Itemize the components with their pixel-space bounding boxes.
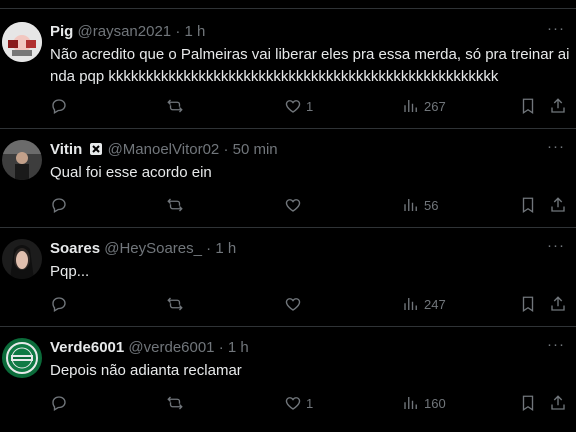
share-icon — [551, 296, 565, 311]
handle[interactable]: @raysan2021 — [78, 23, 172, 40]
tweet-actions: 56 — [0, 194, 576, 216]
handle[interactable]: @verde6001 — [128, 339, 214, 356]
divider — [0, 326, 576, 327]
tweet-text: Não acredito que o Palmeiras vai liberar… — [50, 46, 570, 85]
timestamp[interactable]: 1 h — [228, 339, 249, 356]
views-count: 160 — [424, 395, 446, 411]
repost-icon — [167, 297, 183, 311]
like-button[interactable]: 1 — [284, 95, 313, 117]
reply-button[interactable] — [50, 194, 68, 216]
views-icon — [404, 100, 417, 112]
reply-button[interactable] — [50, 293, 68, 315]
handle[interactable]: @HeySoares_ — [104, 240, 202, 257]
views-button[interactable]: 247 — [402, 293, 446, 315]
display-name[interactable]: Verde6001 — [50, 339, 124, 356]
timestamp[interactable]: 1 h — [184, 23, 205, 40]
bookmark-icon — [522, 197, 534, 214]
heart-icon — [285, 397, 301, 410]
bookmark-icon — [522, 98, 534, 115]
heart-icon — [285, 100, 301, 113]
bookmark-button[interactable] — [519, 392, 537, 414]
reply-icon — [52, 198, 66, 213]
handle[interactable]: @ManoelVitor02 — [108, 141, 220, 158]
separator: · — [223, 141, 229, 158]
views-button[interactable]: 267 — [402, 95, 446, 117]
views-icon — [404, 199, 417, 211]
bookmark-button[interactable] — [519, 293, 537, 315]
timestamp[interactable]: 1 h — [215, 240, 236, 257]
avatar[interactable] — [2, 338, 42, 378]
tweet-actions: 247 — [0, 293, 576, 315]
reply-button[interactable] — [50, 392, 68, 414]
reply-icon — [52, 297, 66, 312]
tweet-header: Vitin @ManoelVitor02 · 50 min — [50, 140, 278, 160]
like-count: 1 — [306, 395, 314, 411]
views-icon — [404, 298, 417, 310]
share-icon — [551, 197, 565, 212]
display-name[interactable]: Vitin — [50, 141, 82, 158]
share-button[interactable] — [549, 95, 567, 117]
more-options-icon[interactable]: ··· — [546, 139, 566, 160]
like-button[interactable] — [284, 293, 306, 315]
tweet-text: Pqp... — [50, 263, 90, 280]
tweet-header: Verde6001 @verde6001 · 1 h — [50, 338, 249, 358]
repost-icon — [167, 99, 183, 113]
reply-icon — [52, 99, 66, 114]
bookmark-button[interactable] — [519, 95, 537, 117]
share-button[interactable] — [549, 293, 567, 315]
bookmark-icon — [522, 395, 534, 412]
like-button[interactable]: 1 — [284, 392, 313, 414]
views-count: 267 — [424, 98, 446, 114]
more-options-icon[interactable]: ··· — [546, 21, 566, 42]
views-count: 247 — [424, 296, 446, 312]
repost-button[interactable] — [166, 95, 184, 117]
more-options-icon[interactable]: ··· — [546, 238, 566, 259]
tweet-header: Pig @raysan2021 · 1 h — [50, 22, 205, 42]
divider — [0, 128, 576, 129]
club-badge-icon — [90, 143, 103, 155]
avatar[interactable] — [2, 22, 42, 62]
like-button[interactable] — [284, 194, 306, 216]
separator: · — [218, 339, 224, 356]
tweet-actions: 1 160 — [0, 392, 576, 414]
more-options-icon[interactable]: ··· — [546, 337, 566, 358]
reply-button[interactable] — [50, 95, 68, 117]
display-name[interactable]: Pig — [50, 23, 73, 40]
repost-button[interactable] — [166, 293, 184, 315]
repost-icon — [167, 396, 183, 410]
heart-icon — [285, 298, 301, 311]
avatar[interactable] — [2, 140, 42, 180]
views-icon — [404, 397, 417, 409]
views-count: 56 — [424, 197, 439, 213]
reply-icon — [52, 396, 66, 411]
share-icon — [551, 98, 565, 113]
tweet-text: Qual foi esse acordo ein — [50, 164, 212, 181]
like-count: 1 — [306, 98, 314, 114]
share-icon — [551, 395, 565, 410]
avatar[interactable] — [2, 239, 42, 279]
timestamp[interactable]: 50 min — [233, 141, 278, 158]
bookmark-icon — [522, 296, 534, 313]
divider — [0, 227, 576, 228]
heart-icon — [285, 199, 301, 212]
tweet-header: Soares @HeySoares_ · 1 h — [50, 239, 236, 259]
repost-button[interactable] — [166, 392, 184, 414]
share-button[interactable] — [549, 392, 567, 414]
share-button[interactable] — [549, 194, 567, 216]
repost-button[interactable] — [166, 194, 184, 216]
tweet-text: Depois não adianta reclamar — [50, 362, 242, 379]
separator: · — [206, 240, 212, 257]
bookmark-button[interactable] — [519, 194, 537, 216]
views-button[interactable]: 56 — [402, 194, 438, 216]
separator: · — [175, 23, 181, 40]
top-divider — [0, 8, 576, 9]
views-button[interactable]: 160 — [402, 392, 446, 414]
repost-icon — [167, 198, 183, 212]
tweet-actions: 1 267 — [0, 95, 576, 117]
display-name[interactable]: Soares — [50, 240, 100, 257]
